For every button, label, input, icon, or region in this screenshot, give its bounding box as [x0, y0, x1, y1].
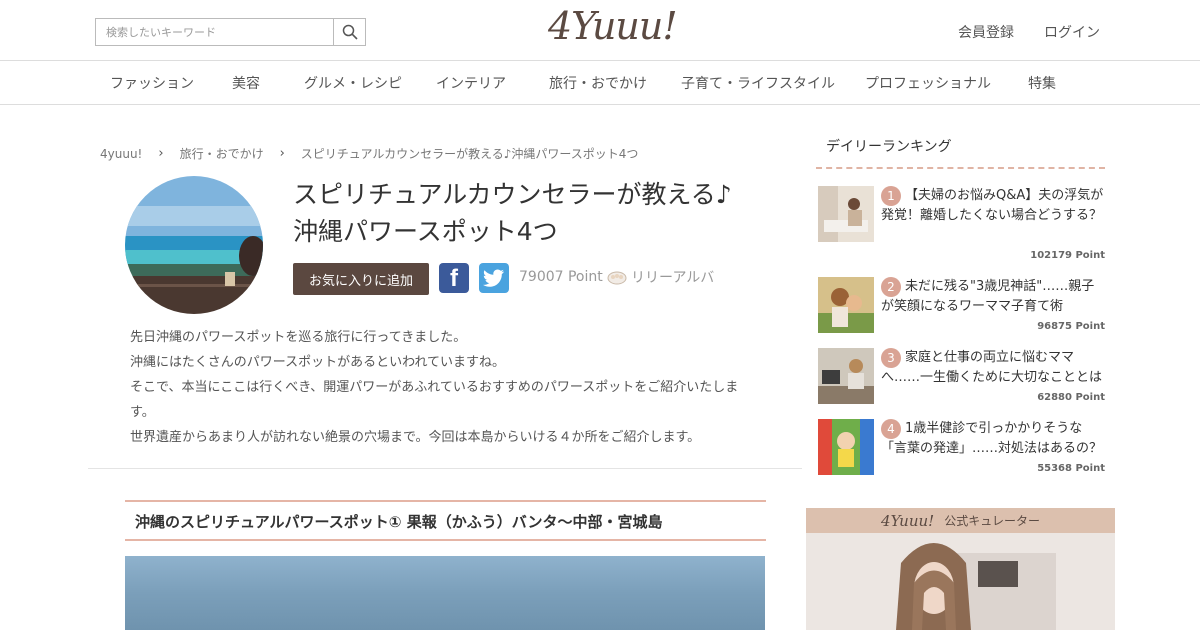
nav-item-interior[interactable]: インテリア [436, 73, 506, 93]
ranking-item[interactable]: 1 【夫婦のお悩みQ&A】夫の浮気が発覚！離婚したくない場合どうする？ 10217… [818, 186, 1105, 261]
search-form [95, 18, 366, 46]
rank-badge: 2 [881, 277, 901, 297]
ranking-item[interactable]: 3 家庭と仕事の両立に悩むママへ……一生働くために大切なこととは 62880 Po… [818, 348, 1105, 404]
breadcrumb: 4yuuu! › 旅行・おでかけ › スピリチュアルカウンセラーが教える♪沖縄パ… [100, 145, 638, 162]
curator-banner[interactable]: 4Yuuu! 公式キュレーター [806, 508, 1115, 630]
author-link[interactable]: リリーアルバ [607, 267, 714, 287]
account-links: 会員登録 ログイン [958, 22, 1100, 42]
ranking-heading: デイリーランキング [816, 128, 1105, 169]
search-input[interactable] [95, 18, 334, 46]
ranking-item[interactable]: 2 未だに残る"3歳児神話"……親子が笑顔になるワーママ子育て術 96875 Po… [818, 277, 1105, 333]
ranking-points: 102179 Point [1030, 250, 1105, 261]
breadcrumb-separator-icon: › [158, 146, 164, 161]
ranking-title: 3 家庭と仕事の両立に悩むママへ……一生働くために大切なこととは [881, 348, 1105, 388]
facebook-share-icon[interactable]: f [439, 263, 469, 293]
breadcrumb-home[interactable]: 4yuuu! [100, 147, 142, 161]
search-icon [342, 24, 358, 40]
ranking-thumbnail [818, 186, 874, 242]
curator-photo [806, 533, 1115, 630]
intro-line: す。 [130, 405, 155, 420]
ranking-title-text: 1歳半健診で引っかかりそうな「言葉の発達」……対処法はあるの？ [881, 421, 1103, 456]
register-link[interactable]: 会員登録 [958, 22, 1014, 42]
breadcrumb-current: スピリチュアルカウンセラーが教える♪沖縄パワースポット4つ [300, 147, 639, 161]
rank-badge: 1 [881, 186, 901, 206]
author-avatar-icon [607, 271, 627, 285]
category-nav: ファッション 美容 グルメ・レシピ インテリア 旅行・おでかけ 子育て・ライフス… [0, 61, 1200, 105]
article-title-line: スピリチュアルカウンセラーが教える♪ [293, 180, 732, 209]
login-link[interactable]: ログイン [1044, 22, 1100, 42]
site-header: 4Yuuu! 会員登録 ログイン [0, 0, 1200, 61]
ranking-thumbnail [818, 348, 874, 404]
section-photo [125, 556, 765, 630]
ranking-item[interactable]: 4 1歳半健診で引っかかりそうな「言葉の発達」……対処法はあるの？ 55368 P… [818, 419, 1105, 475]
rank-badge: 4 [881, 419, 901, 439]
site-logo[interactable]: 4Yuuu! [548, 4, 678, 52]
article-intro: 先日沖縄のパワースポットを巡る旅行に行ってきました。 沖縄にはたくさんのパワース… [130, 325, 750, 450]
article-points: 79007 Point [519, 269, 603, 285]
ranking-title-text: 未だに残る"3歳児神話"……親子が笑顔になるワーママ子育て術 [881, 279, 1095, 314]
ranking-title-text: 家庭と仕事の両立に悩むママへ……一生働くために大切なこととは [881, 350, 1103, 385]
search-button[interactable] [334, 18, 366, 46]
ranking-points: 96875 Point [1037, 321, 1105, 332]
article-title: スピリチュアルカウンセラーが教える♪ 沖縄パワースポット4つ [293, 176, 793, 250]
intro-line: 世界遺産からあまり人が訪れない絶景の穴場まで。今回は本島からいける４か所をご紹介… [130, 430, 701, 445]
nav-item-travel[interactable]: 旅行・おでかけ [549, 73, 647, 93]
add-favorite-button[interactable]: お気に入りに追加 [293, 263, 429, 295]
curator-label: 公式キュレーター [944, 514, 1040, 528]
breadcrumb-category[interactable]: 旅行・おでかけ [180, 145, 264, 162]
section-heading: 沖縄のスピリチュアルパワースポット① 果報（かふう）バンタ～中部・宮城島 [125, 500, 766, 541]
content-divider [88, 468, 802, 469]
ranking-thumbnail [818, 419, 874, 475]
nav-item-gourmet[interactable]: グルメ・レシピ [304, 73, 402, 93]
intro-line: 先日沖縄のパワースポットを巡る旅行に行ってきました。 [130, 330, 467, 345]
article-title-line: 沖縄パワースポット4つ [293, 217, 558, 246]
ranking-title: 4 1歳半健診で引っかかりそうな「言葉の発達」……対処法はあるの？ [881, 419, 1105, 459]
breadcrumb-separator-icon: › [279, 146, 285, 161]
intro-line: 沖縄にはたくさんのパワースポットがあるといわれていますね。 [130, 355, 506, 370]
curator-logo: 4Yuuu! [881, 511, 935, 530]
ranking-points: 55368 Point [1037, 463, 1105, 474]
ranking-thumbnail [818, 277, 874, 333]
twitter-share-icon[interactable] [479, 263, 509, 293]
nav-item-beauty[interactable]: 美容 [232, 73, 260, 93]
nav-item-lifestyle[interactable]: 子育て・ライフスタイル [681, 73, 835, 93]
ranking-title: 1 【夫婦のお悩みQ&A】夫の浮気が発覚！離婚したくない場合どうする？ [881, 186, 1105, 226]
ranking-points: 62880 Point [1037, 392, 1105, 403]
nav-item-fashion[interactable]: ファッション [110, 73, 194, 93]
rank-badge: 3 [881, 348, 901, 368]
author-name: リリーアルバ [631, 270, 715, 286]
article-thumbnail [125, 176, 263, 314]
intro-line: そこで、本当にここは行くべき、開運パワーがあふれているおすすめのパワースポットを… [130, 380, 739, 395]
curator-banner-header: 4Yuuu! 公式キュレーター [806, 508, 1115, 533]
ranking-title: 2 未だに残る"3歳児神話"……親子が笑顔になるワーママ子育て術 [881, 277, 1105, 317]
nav-item-feature[interactable]: 特集 [1028, 73, 1056, 93]
nav-item-professional[interactable]: プロフェッショナル [865, 73, 991, 93]
ranking-title-text: 【夫婦のお悩みQ&A】夫の浮気が発覚！離婚したくない場合どうする？ [881, 188, 1104, 223]
